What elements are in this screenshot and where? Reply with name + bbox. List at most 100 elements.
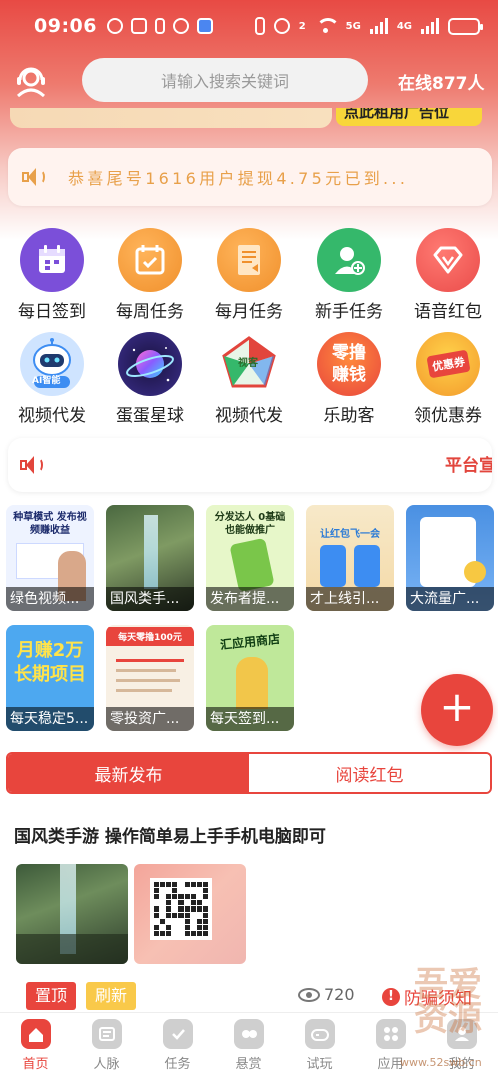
- task-icon: [162, 1019, 193, 1049]
- qr-module: [154, 906, 160, 912]
- grid-item-video-client[interactable]: 视客 视频代发: [199, 332, 299, 426]
- qr-module: [184, 900, 190, 906]
- qr-code: [150, 878, 212, 940]
- grid-item-daily-signin[interactable]: 每日签到: [2, 228, 102, 322]
- wifi-icon: [315, 18, 340, 34]
- ad-tile[interactable]: 汇应用商店 每天签到...: [206, 625, 294, 731]
- tile-caption: 零投资广...: [106, 707, 194, 731]
- qr-module: [154, 918, 160, 924]
- qr-module: [172, 882, 178, 888]
- qr-module: [154, 888, 160, 894]
- grid-item-ai-video[interactable]: AI智能 视频代发: [2, 332, 102, 426]
- grid-label: 视频代发: [215, 406, 283, 426]
- add-post-button[interactable]: +: [421, 674, 493, 746]
- nav-label: 悬赏: [235, 1057, 262, 1072]
- nav-home[interactable]: 首页: [0, 1013, 71, 1080]
- ad-tile[interactable]: 让红包飞一会 才上线引...: [306, 505, 394, 611]
- nav-label: 首页: [22, 1057, 49, 1072]
- qr-module: [160, 906, 166, 912]
- qr-module: [166, 924, 172, 930]
- ad-tile[interactable]: 国风类手...: [106, 505, 194, 611]
- pin-top-button[interactable]: 置顶: [26, 982, 76, 1010]
- tab-latest[interactable]: 最新发布: [8, 754, 249, 792]
- nav-task[interactable]: 任务: [142, 1013, 213, 1080]
- ad-slot-banner[interactable]: 点此租用广告位: [336, 108, 482, 126]
- qr-module: [202, 924, 208, 930]
- grid-item-lezhuke[interactable]: 零撸赚钱 乐助客: [299, 332, 399, 426]
- qr-module: [184, 918, 190, 924]
- qr-module: [166, 930, 172, 936]
- ad-tile[interactable]: 每天零撸100元 零投资广...: [106, 625, 194, 731]
- qr-module: [154, 882, 160, 888]
- qr-module: [202, 882, 208, 888]
- notice-text: 恭喜尾号1616用户提现4.75元已到...: [68, 169, 409, 188]
- qr-module: [190, 894, 196, 900]
- calendar-icon: [20, 228, 84, 292]
- post-title[interactable]: 国风类手游 操作简单易上手手机电脑即可: [14, 822, 326, 847]
- qr-module: [166, 888, 172, 894]
- refresh-button[interactable]: 刷新: [86, 982, 136, 1010]
- contacts-icon: [91, 1019, 122, 1049]
- withdraw-notice-bar[interactable]: 恭喜尾号1616用户提现4.75元已到...: [8, 148, 492, 206]
- tile-caption: 国风类手...: [106, 587, 194, 611]
- tile-art-text: 汇应用商店: [219, 631, 281, 653]
- grid-label: 每周任务: [116, 302, 184, 322]
- qr-module: [154, 894, 160, 900]
- system-status: 2 5G 4G: [254, 17, 483, 35]
- view-count-value: 720: [324, 985, 355, 1004]
- ad-tile[interactable]: 大流量广...: [406, 505, 494, 611]
- planet-icon: [118, 332, 182, 396]
- ad-tile[interactable]: 分发达人 0基础也能做推广 发布者提...: [206, 505, 294, 611]
- grid-item-egg-planet[interactable]: 蛋蛋星球: [100, 332, 200, 426]
- qr-module: [160, 924, 166, 930]
- ad-tile[interactable]: 月赚2万 长期项目 每天稳定5...: [6, 625, 94, 731]
- qr-module: [178, 918, 184, 924]
- qr-module: [178, 930, 184, 936]
- grid-item-weekly-task[interactable]: 每周任务: [100, 228, 200, 322]
- qr-module: [166, 912, 172, 918]
- tile-caption: 发布者提...: [206, 587, 294, 611]
- qr-module: [184, 894, 190, 900]
- qr-module: [184, 912, 190, 918]
- search-placeholder: 请输入搜索关键词: [160, 72, 289, 91]
- nav-contacts[interactable]: 人脉: [71, 1013, 142, 1080]
- qr-module: [160, 894, 166, 900]
- warning-icon: !: [382, 987, 400, 1006]
- tile-caption: 绿色视频...: [6, 587, 94, 611]
- sim-icon: [154, 18, 165, 34]
- nav-reward[interactable]: 悬赏: [213, 1013, 284, 1080]
- alarm-icon: [106, 18, 123, 34]
- grid-item-coupon[interactable]: 优惠券 领优惠券: [398, 332, 498, 426]
- customer-service-icon[interactable]: [14, 62, 48, 98]
- qr-module: [166, 894, 172, 900]
- coupon-badge-text: 优惠券: [425, 349, 471, 379]
- qr-module: [202, 894, 208, 900]
- qr-module: [196, 882, 202, 888]
- qr-module: [172, 912, 178, 918]
- user-add-icon: [317, 228, 381, 292]
- qr-module: [154, 900, 160, 906]
- search-input[interactable]: 请输入搜索关键词: [82, 58, 368, 102]
- grid-label: 新手任务: [315, 302, 383, 322]
- ad-tile[interactable]: 种草模式 发布视频赚收益 绿色视频...: [6, 505, 94, 611]
- platform-notice-bar[interactable]: 平台宣: [8, 438, 492, 492]
- grid-item-newbie-task[interactable]: 新手任务: [299, 228, 399, 322]
- network-tag-2: 4G: [396, 20, 412, 32]
- post-image-qrcode[interactable]: [134, 864, 246, 964]
- qr-module: [196, 912, 202, 918]
- document-icon: [217, 228, 281, 292]
- banner-carousel[interactable]: [10, 108, 332, 128]
- qr-module: [178, 894, 184, 900]
- tab-read-red-packet[interactable]: 阅读红包: [249, 754, 490, 792]
- grid-item-monthly-task[interactable]: 每月任务: [199, 228, 299, 322]
- qr-module: [196, 918, 202, 924]
- grid-item-voice-red-packet[interactable]: 语音红包: [398, 228, 498, 322]
- post-image-game[interactable]: [16, 864, 128, 964]
- coupon-icon: 优惠券: [416, 332, 480, 396]
- speaker-icon: [22, 167, 46, 187]
- qr-module: [196, 906, 202, 912]
- network-tag-1: 5G: [345, 20, 361, 32]
- app-header: 请输入搜索关键词 在线877人: [0, 56, 498, 106]
- eye-icon: [298, 987, 320, 1002]
- nav-trial[interactable]: 试玩: [284, 1013, 355, 1080]
